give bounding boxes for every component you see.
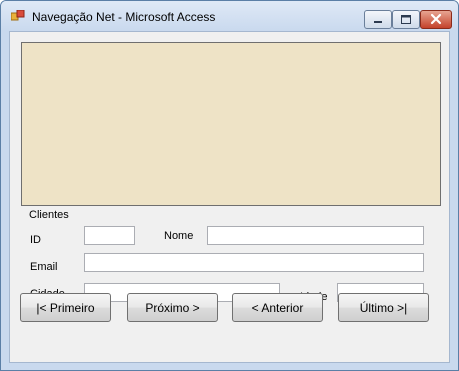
clientes-group-label: Clientes (29, 209, 69, 221)
id-field[interactable] (84, 226, 135, 245)
window-title: Navegação Net - Microsoft Access (32, 10, 216, 24)
nome-field[interactable] (207, 226, 424, 245)
previous-record-button[interactable]: < Anterior (232, 293, 323, 322)
maximize-icon (401, 15, 411, 24)
maximize-button[interactable] (392, 10, 420, 29)
last-record-button[interactable]: Último >| (338, 293, 429, 322)
minimize-icon (374, 21, 382, 23)
email-label: Email (30, 261, 58, 273)
minimize-button[interactable] (364, 10, 392, 29)
close-button[interactable] (420, 10, 452, 29)
title-bar[interactable]: Navegação Net - Microsoft Access (1, 1, 458, 31)
email-field[interactable] (84, 253, 424, 272)
close-icon (430, 13, 442, 25)
main-window: Navegação Net - Microsoft Access Cliente… (0, 0, 459, 371)
nome-label: Nome (164, 230, 194, 242)
next-record-button[interactable]: Próximo > (127, 293, 218, 322)
clientes-data-grid[interactable] (21, 42, 441, 206)
access-app-icon (11, 10, 25, 21)
first-record-button[interactable]: |< Primeiro (20, 293, 111, 322)
id-label: ID (30, 234, 41, 246)
